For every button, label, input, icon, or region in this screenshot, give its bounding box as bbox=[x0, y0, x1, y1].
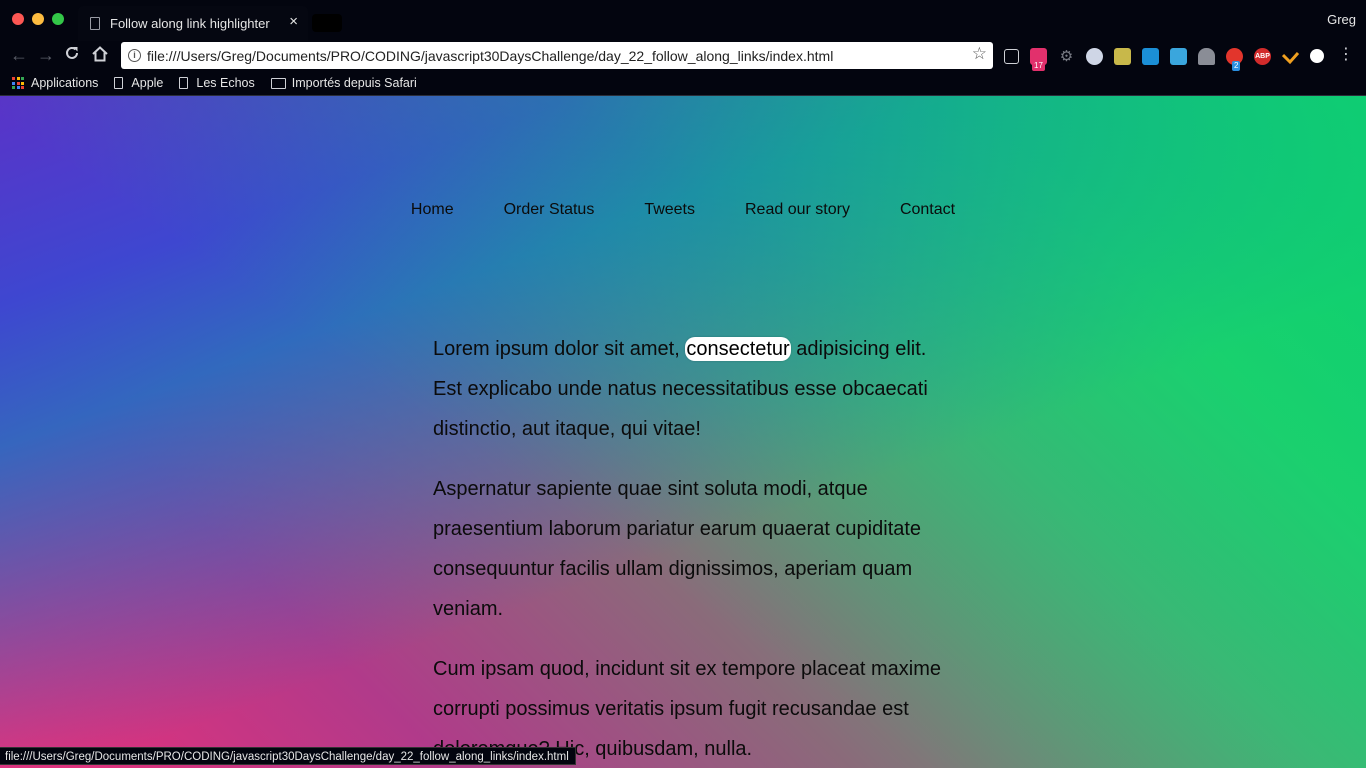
new-tab-button[interactable] bbox=[312, 14, 342, 32]
cast-icon[interactable] bbox=[1004, 48, 1019, 64]
paragraph-1: Lorem ipsum dolor sit amet, consectetur … bbox=[433, 329, 943, 449]
nav-link-order-status[interactable]: Order Status bbox=[479, 200, 620, 220]
page-icon bbox=[114, 77, 124, 89]
gear-extension-icon[interactable]: ⚙ bbox=[1058, 48, 1075, 65]
bookmark-star-icon[interactable]: ☆ bbox=[972, 44, 987, 64]
calendar-extension-icon[interactable]: 17 bbox=[1030, 47, 1047, 71]
menu-kebab-icon[interactable]: ⋮ bbox=[1338, 45, 1354, 65]
nav-link-read-our-story[interactable]: Read our story bbox=[720, 200, 875, 220]
page-nav-menu: Home Order Status Tweets Read our story … bbox=[0, 200, 1366, 220]
tab-title: Follow along link highlighter bbox=[110, 16, 270, 31]
save-extension-icon[interactable] bbox=[1170, 47, 1187, 65]
profile-circle-icon[interactable] bbox=[1310, 49, 1324, 63]
reload-icon[interactable] bbox=[64, 45, 80, 65]
forward-arrow-icon[interactable]: → bbox=[37, 45, 55, 65]
content-wrapper: Lorem ipsum dolor sit amet, consectetur … bbox=[433, 329, 943, 768]
tab-active[interactable]: Follow along link highlighter × bbox=[78, 6, 308, 41]
close-window-button[interactable] bbox=[12, 13, 24, 25]
paragraph-2: Aspernatur sapiente quae sint soluta mod… bbox=[433, 478, 922, 620]
adblock-icon[interactable]: ABP bbox=[1254, 47, 1271, 65]
maximize-window-button[interactable] bbox=[52, 13, 64, 25]
nav-link-contact[interactable]: Contact bbox=[875, 200, 980, 220]
page-icon bbox=[179, 77, 189, 89]
document-icon bbox=[90, 17, 100, 30]
bookmark-label: Importés depuis Safari bbox=[291, 76, 417, 90]
bookmark-label: Applications bbox=[31, 76, 99, 90]
paragraph-text: Lorem ipsum dolor sit amet, bbox=[433, 338, 686, 360]
highlighted-link[interactable]: consectetur bbox=[685, 337, 791, 361]
bookmark-label: Apple bbox=[131, 76, 164, 90]
counter-extension-icon[interactable]: 2 bbox=[1226, 47, 1243, 71]
calendar-badge: 17 bbox=[1032, 60, 1045, 71]
s-extension-icon[interactable] bbox=[1142, 47, 1159, 65]
back-arrow-icon[interactable]: ← bbox=[10, 45, 28, 65]
bookmark-apple[interactable]: Apple bbox=[114, 76, 163, 90]
profile-name[interactable]: Greg bbox=[1327, 12, 1356, 27]
url-text[interactable]: file:///Users/Greg/Documents/PRO/CODING/… bbox=[147, 48, 833, 64]
folder-icon bbox=[270, 77, 286, 89]
address-bar[interactable]: i file:///Users/Greg/Documents/PRO/CODIN… bbox=[121, 42, 993, 69]
browser-toolbar: ← → i file:///Users/Greg/Documents/PRO/C… bbox=[0, 41, 1366, 71]
minimize-window-button[interactable] bbox=[32, 13, 44, 25]
notes-extension-icon[interactable] bbox=[1114, 47, 1131, 65]
page-viewport: Home Order Status Tweets Read our story … bbox=[0, 96, 1366, 768]
bookmark-label: Les Echos bbox=[196, 76, 255, 90]
nav-link-tweets[interactable]: Tweets bbox=[619, 200, 720, 220]
status-bar-url: file:///Users/Greg/Documents/PRO/CODING/… bbox=[0, 747, 576, 765]
nav-link-home[interactable]: Home bbox=[386, 200, 479, 220]
wave-extension-icon[interactable] bbox=[1281, 48, 1300, 65]
cloud-extension-icon[interactable] bbox=[1086, 47, 1103, 65]
bookmarks-bar: Applications Apple Les Echos Importés de… bbox=[0, 71, 1366, 96]
tab-close-icon[interactable]: × bbox=[289, 14, 298, 30]
apps-grid-icon bbox=[12, 77, 24, 89]
bookmark-folder-safari[interactable]: Importés depuis Safari bbox=[270, 76, 417, 90]
extensions-bar: 17 ⚙ 2 ABP bbox=[1004, 46, 1335, 71]
title-bar: Follow along link highlighter × Greg bbox=[0, 0, 1366, 41]
info-icon[interactable]: i bbox=[128, 49, 141, 62]
bookmark-les-echos[interactable]: Les Echos bbox=[179, 76, 255, 90]
ghost-extension-icon[interactable] bbox=[1198, 47, 1215, 65]
bookmark-applications[interactable]: Applications bbox=[12, 76, 98, 90]
home-icon[interactable] bbox=[91, 45, 109, 67]
counter-badge: 2 bbox=[1232, 60, 1241, 71]
